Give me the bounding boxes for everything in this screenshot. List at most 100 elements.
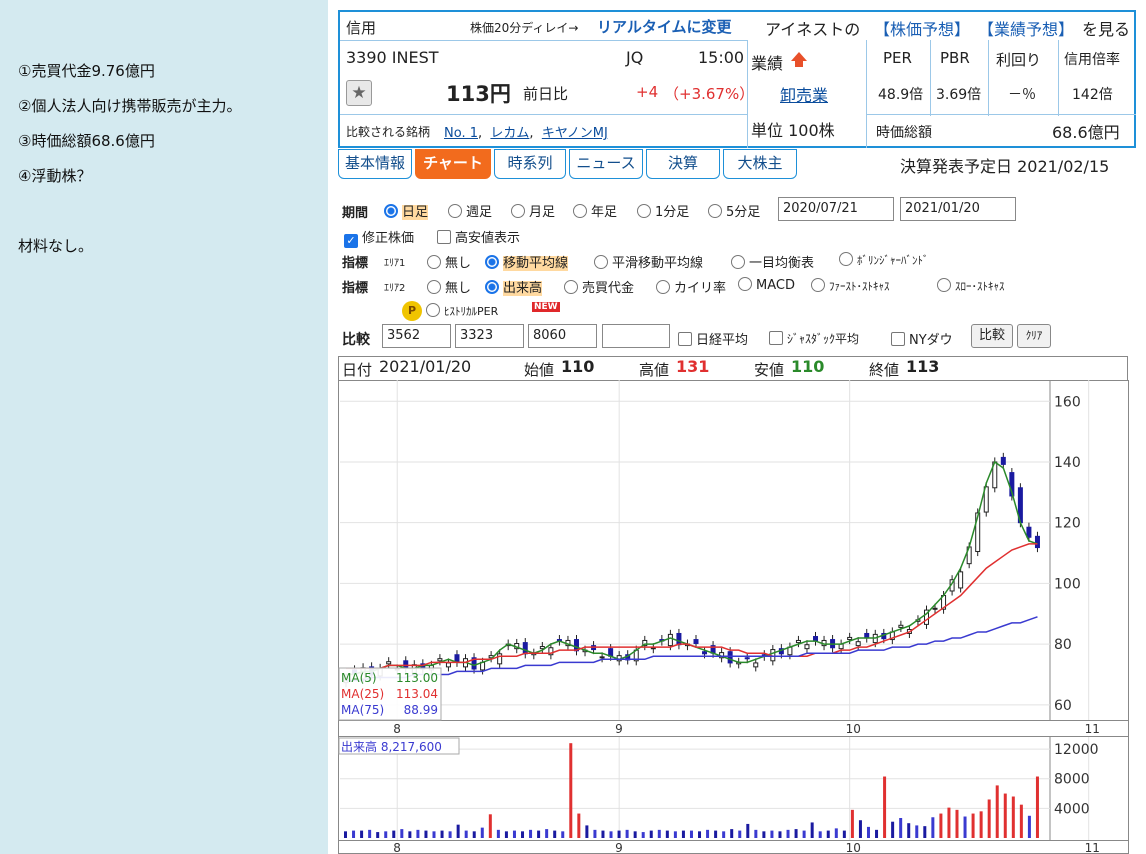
area1-bollinger[interactable]: ﾎﾞﾘﾝｼﾞｬｰﾊﾞﾝﾄﾞ	[839, 252, 929, 268]
volume-bar	[762, 831, 766, 838]
yield-header: 利回り	[996, 51, 1042, 69]
candle-body	[804, 644, 810, 650]
period-weekly[interactable]: 週足	[448, 201, 492, 220]
compare-code-1-input[interactable]: 3562	[382, 324, 451, 348]
compare-code-4-input[interactable]	[602, 324, 670, 348]
area1-label: ｴﾘｱ1	[384, 258, 406, 269]
volume-bar	[625, 829, 629, 838]
volume-bar	[826, 830, 830, 838]
trading-unit: 単位 100株	[751, 121, 835, 140]
favorite-star-button[interactable]: ★	[346, 80, 372, 106]
date-from-input[interactable]: 2020/07/21	[778, 197, 894, 221]
compare-link-2[interactable]: レカム	[490, 126, 529, 141]
area2-none[interactable]: 無し	[427, 277, 471, 296]
tab-basic-info[interactable]: 基本情報	[338, 149, 412, 179]
period-daily[interactable]: 日足	[384, 201, 429, 220]
area2-slow-stochastics[interactable]: ｽﾛｰ･ｽﾄｷｬｽ	[937, 278, 1005, 294]
realtime-link[interactable]: リアルタイムに変更	[597, 16, 732, 37]
sector-link[interactable]: 卸売業	[780, 82, 828, 106]
divider	[930, 40, 931, 116]
area2-volume[interactable]: 出来高	[485, 277, 543, 296]
volume-bar	[384, 831, 388, 838]
volume-bar	[722, 831, 726, 838]
divider	[866, 114, 1136, 115]
stock-page: 信用 株価20分ディレイ→ リアルタイムに変更 アイネストの 【株価予想】 【業…	[338, 0, 1146, 854]
candle-body	[386, 661, 392, 665]
volume-bar	[778, 831, 782, 838]
exchange-label: JQ	[626, 48, 644, 67]
area1-ichimoku[interactable]: 一目均衡表	[731, 252, 814, 271]
volume-bar	[689, 830, 693, 838]
candle-body	[932, 607, 938, 610]
period-5min[interactable]: 5分足	[708, 201, 760, 220]
candle-body	[727, 651, 733, 664]
period-yearly[interactable]: 年足	[573, 201, 617, 220]
close-value: 113	[906, 357, 940, 376]
area2-trading-value[interactable]: 売買代金	[564, 277, 634, 296]
compare-link-3[interactable]: キヤノンMJ	[542, 126, 608, 141]
tab-timeseries[interactable]: 時系列	[494, 149, 566, 179]
volume-bar	[480, 827, 484, 838]
price-tick-label: 100	[1054, 576, 1081, 592]
separator: ,	[529, 126, 534, 141]
tab-earnings[interactable]: 決算	[646, 149, 720, 179]
volume-tick-label: 4000	[1054, 801, 1090, 817]
historical-per-option[interactable]: ﾋｽﾄﾘｶﾙPER	[426, 303, 498, 319]
nikkei-checkbox[interactable]: 日経平均	[678, 329, 748, 348]
volume-bar	[400, 829, 404, 838]
nydow-checkbox[interactable]: NYダウ	[891, 329, 953, 348]
divider	[988, 40, 989, 116]
volume-bar	[360, 830, 364, 838]
volume-bar	[617, 830, 621, 838]
highlow-checkbox[interactable]: 高安値表示	[437, 227, 520, 246]
volume-bar	[802, 830, 806, 838]
area2-fast-stochastics[interactable]: ﾌｧｰｽﾄ･ｽﾄｷｬｽ	[811, 278, 890, 294]
volume-bar	[577, 813, 581, 838]
tab-major-shareholders[interactable]: 大株主	[723, 149, 797, 179]
date-axis-strip	[338, 720, 1129, 737]
area2-macd[interactable]: MACD	[738, 277, 795, 293]
volume-bar	[971, 813, 975, 838]
volume-bar	[891, 821, 895, 838]
adjusted-price-checkbox[interactable]: ✓ 修正株価	[344, 227, 414, 248]
period-1min[interactable]: 1分足	[637, 201, 689, 220]
compare-button[interactable]: 比較	[971, 324, 1013, 348]
ma-legend-value: 88.99	[404, 703, 438, 717]
stock-forecast-link[interactable]: 【株価予想】	[874, 16, 970, 40]
volume-tick-label: 8000	[1054, 772, 1090, 788]
volume-bar	[633, 831, 637, 838]
candle-body	[1034, 535, 1040, 549]
area1-smoothed-ma[interactable]: 平滑移動平均線	[594, 252, 703, 271]
volume-bar	[344, 831, 347, 838]
volume-bar	[706, 829, 710, 838]
volume-bar	[858, 820, 862, 838]
date-tick-label: 9	[615, 722, 623, 736]
date-to-input[interactable]: 2021/01/20	[900, 197, 1016, 221]
period-monthly[interactable]: 月足	[511, 201, 555, 220]
candle-body	[693, 639, 699, 644]
date-tick-label: 10	[846, 722, 861, 736]
volume-bar	[746, 823, 750, 838]
tab-news[interactable]: ニュース	[569, 149, 643, 179]
area1-moving-average[interactable]: 移動平均線	[485, 252, 569, 271]
price-tick-label: 80	[1054, 637, 1072, 653]
volume-bar	[987, 799, 991, 838]
compare-code-2-input[interactable]: 3323	[455, 324, 524, 348]
stock-code-name: 3390 INEST	[346, 48, 439, 67]
date-tick-label: 8	[393, 841, 401, 854]
tab-chart[interactable]: チャート	[415, 149, 491, 179]
jasdaq-checkbox[interactable]: ｼﾞｬｽﾀﾞｯｸ平均	[769, 330, 859, 347]
compare-link-1[interactable]: No. 1	[444, 126, 478, 141]
area2-deviation[interactable]: カイリ率	[656, 277, 726, 296]
volume-bar	[424, 830, 428, 838]
clear-button[interactable]: ｸﾘｱ	[1017, 324, 1051, 348]
ma-legend-label: MA(25)	[341, 687, 384, 701]
candle-body	[437, 658, 443, 662]
area1-none[interactable]: 無し	[427, 252, 471, 271]
open-value: 110	[561, 357, 595, 376]
volume-bar	[368, 829, 372, 838]
compare-code-3-input[interactable]: 8060	[528, 324, 597, 348]
earnings-forecast-link[interactable]: 【業績予想】	[978, 16, 1074, 40]
candle-body	[497, 653, 503, 665]
date-tick-label: 9	[615, 841, 623, 854]
